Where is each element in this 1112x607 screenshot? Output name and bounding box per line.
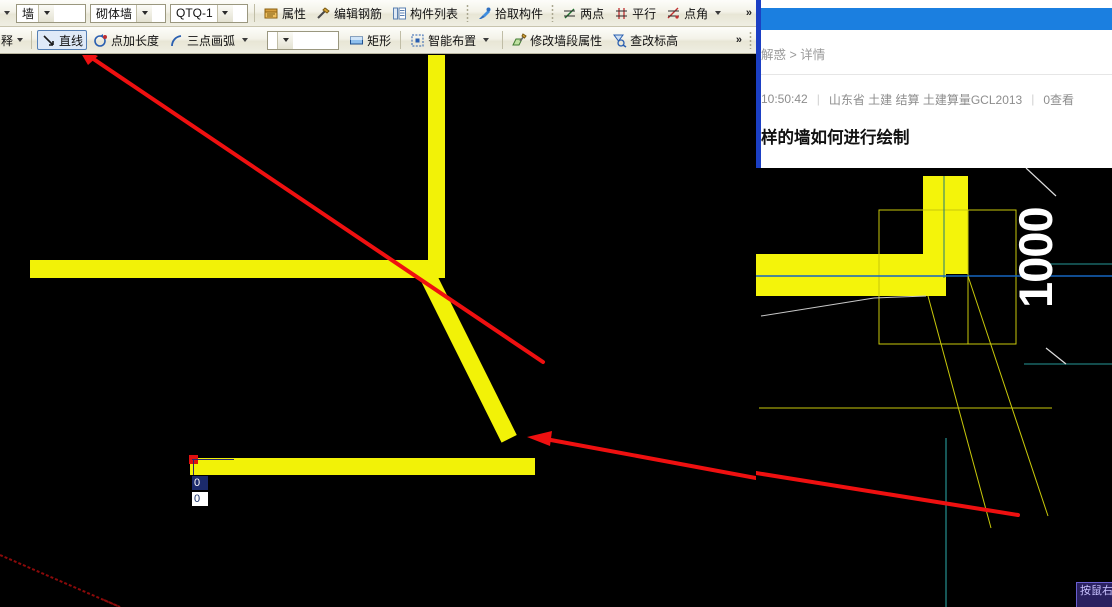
smart-layout-icon	[410, 33, 425, 48]
category-combo[interactable]: 墙	[16, 3, 86, 23]
member-combo-value: QTQ-1	[176, 6, 213, 20]
straight-line-button-label: 直线	[59, 33, 84, 48]
row1-left-caret-icon[interactable]	[4, 11, 10, 15]
toolbar-grip	[551, 4, 555, 22]
two-point-button[interactable]: 两点	[558, 2, 608, 24]
browser-pane: 解惑 > 详情 10:50:42 | 山东省 土建 结算 土建算量GCL2013…	[756, 0, 1112, 607]
page-title: 样的墙如何进行绘制	[761, 129, 910, 147]
embed-annotation-line	[756, 471, 1020, 517]
cursor-tooltip: 按鼠右 让或按	[1076, 582, 1112, 607]
screen-root: 墙 砌体墙 QTQ-1 属性 编辑钢筋 构件列表 拾取构件 两点 平行 点角 »…	[0, 0, 1112, 607]
post-meta: 10:50:42 | 山东省 土建 结算 土建算量GCL2013 | 0查看	[761, 88, 1112, 110]
meta-divider: |	[816, 92, 820, 106]
check-elevation-button-label: 查改标高	[630, 33, 679, 48]
edit-rebar-button[interactable]: 编辑钢筋	[312, 2, 386, 24]
smart-layout-button-label: 智能布置	[428, 33, 477, 48]
toolbar-separator	[31, 31, 33, 49]
toolbar-separator	[254, 4, 255, 22]
blank-combo[interactable]	[267, 30, 340, 50]
edit-rebar-button-label: 编辑钢筋	[334, 6, 383, 21]
post-time: 10:50:42	[761, 92, 808, 106]
point-angle-button-label: 点角	[684, 6, 709, 21]
question-image[interactable]: 1000 按鼠右 让或按	[756, 168, 1112, 607]
three-point-arc-button-label: 三点画弧	[187, 33, 236, 48]
pick-member-button-label: 拾取构件	[495, 6, 544, 21]
cursor-tooltip-text: 按鼠右 让或按	[1080, 585, 1112, 597]
member-list-button-label: 构件列表	[410, 6, 459, 21]
chevron-down-icon[interactable]	[216, 4, 233, 22]
site-header-bar	[761, 8, 1112, 30]
row2-lead-label: 释	[1, 33, 14, 48]
divider	[761, 74, 1112, 75]
breadcrumb[interactable]: 解惑 > 详情	[761, 40, 1112, 66]
check-elevation-button[interactable]: 查改标高	[608, 29, 682, 51]
type-combo-value: 砌体墙	[96, 6, 133, 21]
parallel-button-label: 平行	[632, 6, 657, 21]
toolbar-overflow-button[interactable]: »	[741, 7, 756, 19]
post-tags: 山东省 土建 结算 土建算量GCL2013	[828, 92, 1023, 107]
chevron-down-icon[interactable]	[483, 38, 490, 42]
two-point-button-label: 两点	[580, 6, 605, 21]
point-add-length-button-label: 点加长度	[111, 33, 160, 48]
rectangle-button-label: 矩形	[367, 33, 392, 48]
eyedropper-icon	[477, 6, 492, 21]
attribute-button[interactable]: 属性	[260, 2, 310, 24]
parallel-icon	[614, 6, 629, 21]
category-combo-value: 墙	[22, 6, 35, 21]
modify-wall-segment-button-label: 修改墙段属性	[530, 33, 603, 48]
toolbar-row-secondary: 释 直线 点加长度 三点画弧 矩形 智能布置 修改墙段属性 查改标高 »	[0, 27, 756, 54]
rebar-icon	[316, 6, 331, 21]
toolbar-grip	[466, 4, 470, 22]
rectangle-icon	[349, 33, 364, 48]
chevron-down-icon[interactable]	[38, 4, 55, 22]
straight-line-button[interactable]: 直线	[37, 30, 88, 50]
chevron-down-icon[interactable]	[242, 38, 249, 42]
annotation-arrow-2	[527, 431, 756, 480]
point-angle-button[interactable]: 点角	[662, 2, 729, 24]
pick-member-button[interactable]: 拾取构件	[473, 2, 547, 24]
point-angle-icon	[666, 6, 681, 21]
two-point-icon	[562, 6, 577, 21]
cad-application-pane: 墙 砌体墙 QTQ-1 属性 编辑钢筋 构件列表 拾取构件 两点 平行 点角 »…	[0, 0, 756, 607]
toolbar-overflow-button[interactable]: »	[731, 34, 746, 46]
attribute-button-label: 属性	[282, 6, 307, 21]
row2-lead-caret-icon[interactable]	[17, 38, 24, 42]
post-views: 0查看	[1043, 92, 1075, 107]
smart-layout-button[interactable]: 智能布置	[406, 29, 497, 51]
toolbar-grip	[749, 31, 752, 49]
toolbar-separator	[502, 31, 504, 49]
chevron-down-icon[interactable]	[277, 31, 294, 49]
modify-wall-segment-button[interactable]: 修改墙段属性	[508, 29, 606, 51]
cad-drawing-canvas[interactable]: 0 0	[0, 55, 756, 607]
elevation-icon	[612, 33, 627, 48]
arc-icon	[169, 33, 184, 48]
parallel-button[interactable]: 平行	[610, 2, 660, 24]
list-icon	[392, 6, 407, 21]
chevron-down-icon[interactable]	[136, 4, 153, 22]
properties-icon	[264, 6, 279, 21]
point-add-length-button[interactable]: 点加长度	[89, 29, 163, 51]
chevron-down-icon[interactable]	[715, 11, 722, 15]
meta-divider: |	[1031, 92, 1035, 106]
rectangle-button[interactable]: 矩形	[345, 29, 395, 51]
modify-wall-icon	[512, 32, 527, 48]
line-icon	[41, 33, 56, 48]
toolbar-separator	[400, 31, 402, 49]
type-combo[interactable]: 砌体墙	[90, 3, 166, 23]
member-combo[interactable]: QTQ-1	[170, 3, 248, 23]
toolbar-row-primary: 墙 砌体墙 QTQ-1 属性 编辑钢筋 构件列表 拾取构件 两点 平行 点角 »	[0, 0, 756, 27]
three-point-arc-button[interactable]: 三点画弧	[165, 29, 256, 51]
point-length-icon	[93, 33, 108, 48]
member-list-button[interactable]: 构件列表	[388, 2, 462, 24]
